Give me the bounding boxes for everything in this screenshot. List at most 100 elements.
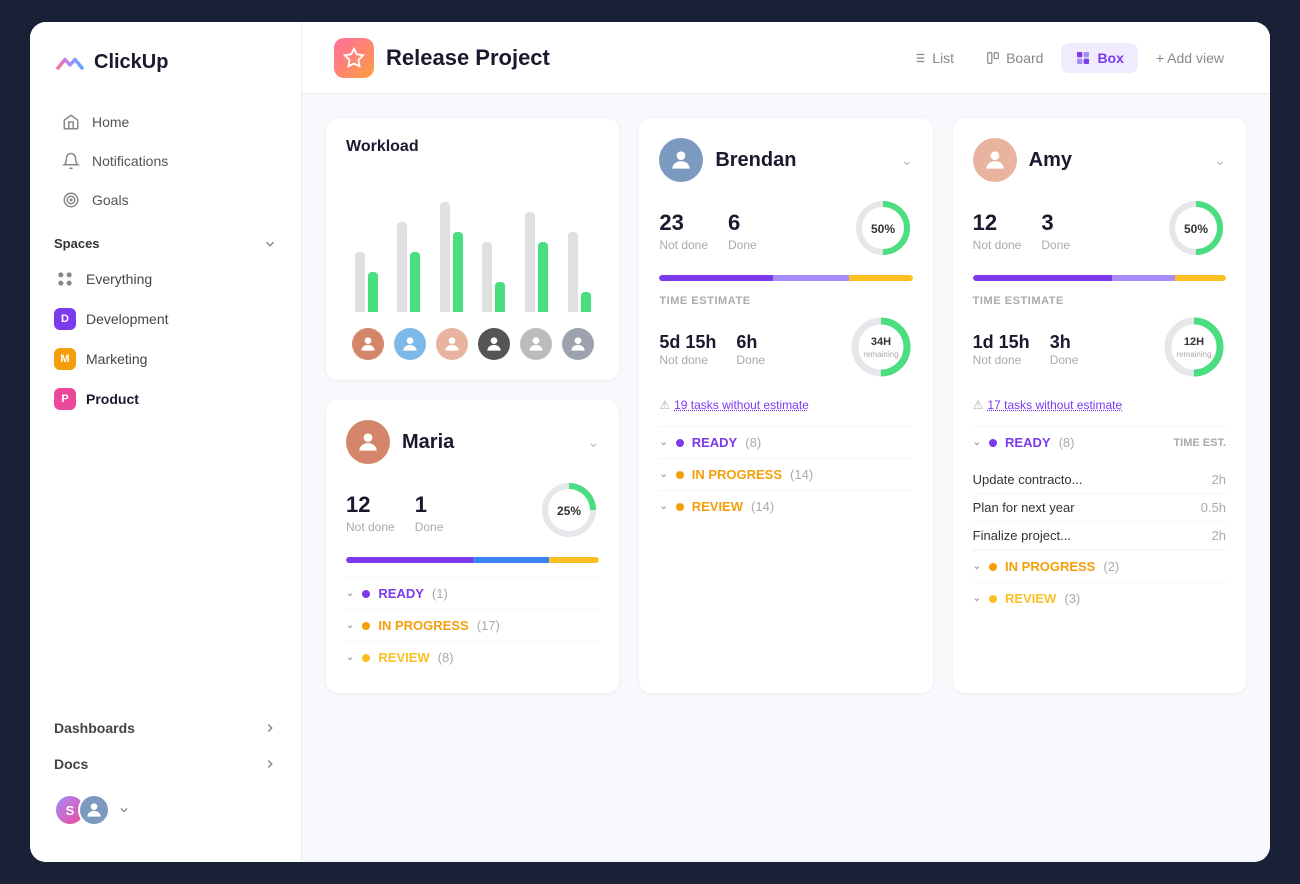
amy-progress-ring: 50% bbox=[1166, 198, 1226, 263]
tab-list[interactable]: List bbox=[898, 43, 968, 73]
brendan-status-ready[interactable]: ⌄ READY (8) bbox=[659, 426, 912, 458]
brendan-ready-count: (8) bbox=[745, 435, 761, 450]
sidebar-item-marketing[interactable]: M Marketing bbox=[30, 339, 301, 379]
product-badge: P bbox=[54, 388, 76, 410]
workload-avatar-6 bbox=[562, 328, 594, 360]
progress-purple bbox=[659, 275, 773, 281]
amy-ready-count: (8) bbox=[1059, 435, 1075, 450]
chevron-right-icon bbox=[263, 721, 277, 735]
brendan-ready-label: READY bbox=[692, 435, 738, 450]
project-title-area: Release Project bbox=[334, 38, 874, 78]
maria-not-done: 12 Not done bbox=[346, 492, 395, 534]
amy-stats: 12 Not done 3 Done 50% bbox=[973, 198, 1226, 263]
project-icon bbox=[334, 38, 374, 78]
app-container: ClickUp Home Notifications bbox=[30, 22, 1270, 862]
bar-gray-5 bbox=[525, 212, 535, 312]
amy-info: Amy bbox=[973, 138, 1072, 182]
bar-group-4 bbox=[478, 192, 511, 312]
user-area[interactable]: S bbox=[30, 782, 301, 838]
maria-card: Maria ⌄ 12 Not done 1 Done bbox=[326, 400, 619, 693]
sidebar-item-home-label: Home bbox=[92, 114, 129, 130]
tab-board[interactable]: Board bbox=[972, 43, 1057, 73]
bar-green-3 bbox=[453, 232, 463, 312]
amy-card: Amy ⌄ 12 Not done 3 Done bbox=[953, 118, 1246, 693]
bar-pair-3 bbox=[440, 192, 463, 312]
bar-group-1 bbox=[350, 192, 383, 312]
add-view-button[interactable]: + Add view bbox=[1142, 43, 1238, 73]
maria-progress-yellow bbox=[549, 557, 600, 563]
sidebar: ClickUp Home Notifications bbox=[30, 22, 302, 862]
brendan-progress-bar bbox=[659, 275, 912, 281]
amy-expand-icon[interactable]: ⌄ bbox=[1214, 152, 1226, 169]
sidebar-item-docs[interactable]: Docs bbox=[30, 746, 301, 782]
maria-status-ready[interactable]: ⌄ READY (1) bbox=[346, 577, 599, 609]
brendan-review-label: REVIEW bbox=[692, 499, 743, 514]
brendan-status-inprogress[interactable]: ⌄ IN PROGRESS (14) bbox=[659, 458, 912, 490]
maria-info: Maria bbox=[346, 420, 454, 464]
brendan-warning-link[interactable]: 19 tasks without estimate bbox=[674, 398, 809, 412]
everything-icon bbox=[54, 268, 76, 290]
tab-box[interactable]: Box bbox=[1061, 43, 1137, 73]
amy-status-inprogress[interactable]: ⌄ IN PROGRESS (2) bbox=[973, 550, 1226, 582]
bar-gray-4 bbox=[482, 242, 492, 312]
brendan-inprogress-count: (14) bbox=[790, 467, 813, 482]
amy-progress-purple bbox=[973, 275, 1112, 281]
amy-done: 3 Done bbox=[1041, 210, 1070, 252]
bar-group-5 bbox=[520, 192, 553, 312]
brendan-review-count: (14) bbox=[751, 499, 774, 514]
sidebar-item-product-label: Product bbox=[86, 391, 139, 407]
project-title: Release Project bbox=[386, 45, 550, 71]
maria-status-review[interactable]: ⌄ REVIEW (8) bbox=[346, 641, 599, 673]
chevron-down-icon[interactable] bbox=[263, 237, 277, 251]
brendan-not-done: 23 Not done bbox=[659, 210, 708, 252]
amy-status-ready[interactable]: ⌄ READY (8) TIME EST. bbox=[973, 426, 1226, 458]
svg-text:25%: 25% bbox=[557, 504, 581, 518]
svg-text:remaining: remaining bbox=[1176, 350, 1211, 359]
list-tab-icon bbox=[912, 51, 926, 65]
amy-inprogress-dot bbox=[989, 563, 997, 571]
main-content: Release Project List Board bbox=[302, 22, 1270, 862]
bar-green-1 bbox=[368, 272, 378, 312]
amy-time-done: 3h Done bbox=[1050, 332, 1079, 367]
amy-avatar bbox=[973, 138, 1017, 182]
workload-avatar-row bbox=[346, 328, 599, 360]
sidebar-item-home[interactable]: Home bbox=[38, 103, 293, 141]
sidebar-item-dashboards[interactable]: Dashboards bbox=[30, 710, 301, 746]
workload-card: Workload bbox=[326, 118, 619, 380]
brendan-header: Brendan ⌄ bbox=[659, 138, 912, 182]
bar-pair-1 bbox=[355, 192, 378, 312]
maria-inprogress-label: IN PROGRESS bbox=[378, 618, 468, 633]
maria-review-count: (8) bbox=[438, 650, 454, 665]
maria-avatar bbox=[346, 420, 390, 464]
sidebar-item-development[interactable]: D Development bbox=[30, 299, 301, 339]
bar-pair-2 bbox=[397, 192, 420, 312]
amy-ready-label: READY bbox=[1005, 435, 1051, 450]
maria-expand-icon[interactable]: ⌄ bbox=[588, 434, 600, 451]
review-dot bbox=[676, 503, 684, 511]
brendan-remaining-ring: 34H remaining bbox=[849, 315, 913, 384]
brendan-avatar bbox=[659, 138, 703, 182]
bar-pair-4 bbox=[482, 192, 505, 312]
marketing-badge: M bbox=[54, 348, 76, 370]
sidebar-item-notifications[interactable]: Notifications bbox=[38, 142, 293, 180]
progress-yellow bbox=[849, 275, 912, 281]
amy-time-est-label: TIME ESTIMATE bbox=[973, 295, 1226, 307]
brendan-expand-icon[interactable]: ⌄ bbox=[901, 152, 913, 169]
view-tabs: List Board Box + Add view bbox=[898, 43, 1238, 73]
in-progress-dot bbox=[676, 471, 684, 479]
brendan-status-review[interactable]: ⌄ REVIEW (14) bbox=[659, 490, 912, 522]
maria-name: Maria bbox=[402, 431, 454, 454]
brendan-stats: 23 Not done 6 Done 50% bbox=[659, 198, 912, 263]
goals-icon bbox=[62, 191, 80, 209]
logo-text: ClickUp bbox=[94, 51, 168, 74]
maria-status-inprogress[interactable]: ⌄ IN PROGRESS (17) bbox=[346, 609, 599, 641]
sidebar-item-notifications-label: Notifications bbox=[92, 153, 168, 169]
board-tab-icon bbox=[986, 51, 1000, 65]
brendan-info: Brendan bbox=[659, 138, 796, 182]
sidebar-item-product[interactable]: P Product bbox=[30, 379, 301, 419]
amy-warning-link[interactable]: 17 tasks without estimate bbox=[987, 398, 1122, 412]
sidebar-item-goals[interactable]: Goals bbox=[38, 181, 293, 219]
sidebar-item-everything[interactable]: Everything bbox=[30, 259, 301, 299]
amy-status-review[interactable]: ⌄ REVIEW (3) bbox=[973, 582, 1226, 614]
amy-review-dot bbox=[989, 595, 997, 603]
